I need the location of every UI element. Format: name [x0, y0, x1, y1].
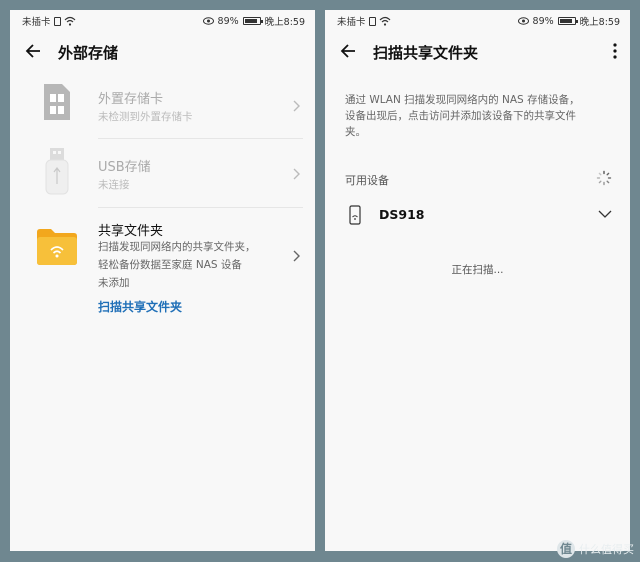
status-bar: 未插卡 89% 晚上8:59 — [10, 10, 315, 30]
shared-folder-status: 未添加 — [98, 277, 130, 289]
description-line-1: 通过 WLAN 扫描发现同网络内的 NAS 存储设备， — [345, 94, 580, 106]
scan-shared-folder-screen: 未插卡 89% 晚上8:59 扫描共享文件夹 通过 WLAN 扫描发现同网络内的… — [325, 10, 630, 551]
loading-spinner-icon — [596, 170, 612, 186]
shared-folder-title: 共享文件夹 — [98, 224, 164, 239]
usb-storage-title: USB存储 — [98, 160, 151, 175]
available-devices-label: 可用设备 — [345, 174, 389, 187]
divider — [98, 207, 303, 208]
carrier-text: 未插卡 — [22, 17, 51, 28]
sd-card-subtitle: 未检测到外置存储卡 — [98, 111, 193, 123]
status-bar: 未插卡 89% 晚上8:59 — [325, 10, 630, 30]
back-arrow-icon[interactable] — [24, 42, 42, 60]
chevron-right-icon — [293, 100, 300, 112]
wifi-icon — [64, 16, 75, 26]
page-title: 外部存储 — [58, 44, 119, 62]
wireless-device-icon — [349, 205, 361, 225]
scan-shared-folder-link[interactable]: 扫描共享文件夹 — [98, 298, 182, 315]
description-line-3: 夹。 — [345, 126, 366, 138]
clock: 晚上8:59 — [264, 17, 305, 28]
shared-folder-icon — [37, 229, 77, 265]
battery-percent: 89% — [532, 15, 554, 27]
sim-icon — [368, 16, 376, 26]
device-item-ds918[interactable]: DS918 — [325, 200, 630, 230]
eye-comfort-icon — [517, 17, 529, 25]
title-bar: 外部存储 — [10, 36, 315, 66]
sim-icon — [53, 16, 61, 26]
page-title: 扫描共享文件夹 — [373, 44, 479, 62]
description-line-2: 设备出现后，点击访问并添加该设备下的共享文件 — [345, 110, 576, 122]
divider — [98, 138, 303, 139]
back-arrow-icon[interactable] — [339, 42, 357, 60]
scanning-status: 正在扫描... — [451, 264, 504, 276]
battery-icon — [557, 17, 578, 25]
eye-comfort-icon — [202, 17, 214, 25]
sd-card-title: 外置存储卡 — [98, 92, 164, 107]
sd-card-icon — [44, 84, 70, 120]
usb-storage-subtitle: 未连接 — [98, 179, 130, 191]
battery-icon — [242, 17, 263, 25]
chevron-down-icon[interactable] — [598, 210, 612, 219]
external-storage-screen: 未插卡 89% 晚上8:59 外部存储 外置存储卡 未检测到外置存储卡 USB存… — [10, 10, 315, 551]
wifi-icon — [379, 16, 390, 26]
more-options-icon[interactable] — [612, 42, 618, 60]
usb-storage-item[interactable]: USB存储 未连接 — [10, 148, 315, 214]
watermark: 值 什么值得买 — [557, 540, 634, 558]
watermark-text: 什么值得买 — [579, 543, 634, 556]
usb-drive-icon — [45, 148, 69, 195]
external-sd-card-item[interactable]: 外置存储卡 未检测到外置存储卡 — [10, 80, 315, 146]
chevron-right-icon — [293, 250, 300, 262]
shared-folder-desc-line-1: 扫描发现同网络内的共享文件夹， — [98, 241, 256, 253]
battery-percent: 89% — [217, 15, 239, 27]
scan-description: 通过 WLAN 扫描发现同网络内的 NAS 存储设备， 设备出现后，点击访问并添… — [345, 92, 614, 140]
shared-folder-desc-line-2: 轻松备份数据至家庭 NAS 设备 — [98, 259, 242, 271]
carrier-text: 未插卡 — [337, 17, 366, 28]
title-bar: 扫描共享文件夹 — [325, 36, 630, 66]
clock: 晚上8:59 — [579, 17, 620, 28]
device-name: DS918 — [379, 207, 425, 222]
watermark-badge: 值 — [557, 540, 575, 558]
shared-folder-item[interactable]: 共享文件夹 扫描发现同网络内的共享文件夹， 轻松备份数据至家庭 NAS 设备 未… — [10, 216, 315, 320]
chevron-right-icon — [293, 168, 300, 180]
